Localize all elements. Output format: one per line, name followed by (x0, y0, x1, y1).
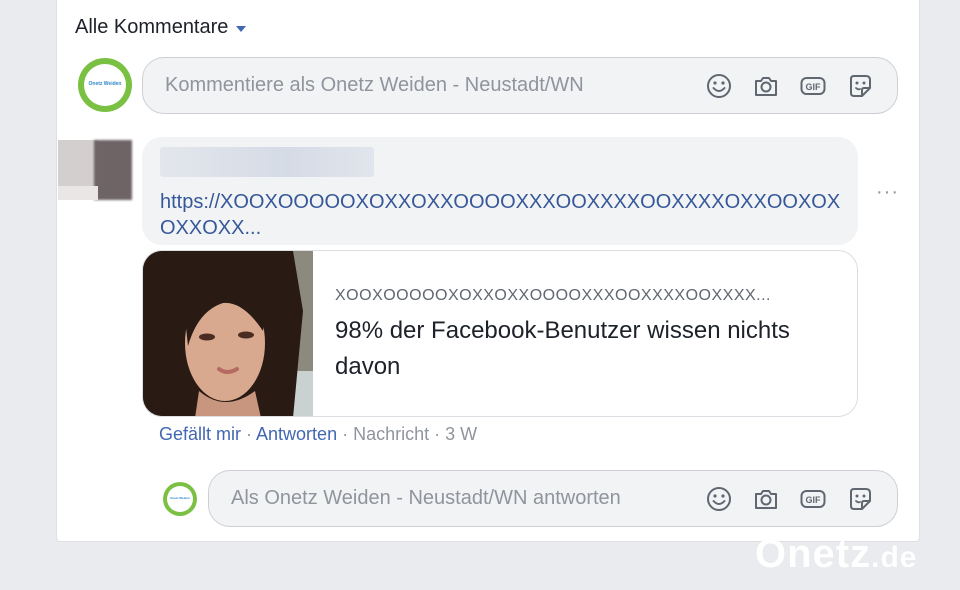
comment-input[interactable]: Kommentiere als Onetz Weiden - Neustadt/… (142, 57, 898, 114)
sticker-icon[interactable] (845, 484, 875, 514)
comment-input-placeholder: Kommentiere als Onetz Weiden - Neustadt/… (165, 74, 584, 96)
camera-icon[interactable] (751, 71, 781, 101)
link-preview-image (143, 251, 313, 416)
emoji-icon[interactable] (704, 484, 734, 514)
link-preview-card[interactable]: XOOXOOOOOXOXXOXXOOOOXXXOOXXXXOOXXXX... 9… (142, 250, 858, 417)
reply-input-placeholder: Als Onetz Weiden - Neustadt/WN antworten (231, 487, 621, 509)
page-avatar-logo: Onetz Weiden (84, 64, 126, 106)
sticker-icon[interactable] (845, 71, 875, 101)
gif-icon[interactable]: GIF (798, 71, 828, 101)
separator: · (337, 424, 354, 444)
page-avatar-small[interactable]: Onetz Weiden (163, 482, 197, 516)
separator: · (241, 424, 257, 444)
reply-link[interactable]: Antworten (256, 424, 337, 444)
svg-text:GIF: GIF (806, 495, 822, 505)
svg-text:GIF: GIF (806, 82, 822, 92)
camera-icon[interactable] (751, 484, 781, 514)
link-preview-title: 98% der Facebook-Benutzer wissen nichts … (335, 317, 790, 380)
comment-timestamp[interactable]: 3 W (445, 424, 477, 444)
comments-filter-dropdown[interactable]: Alle Kommentare (75, 16, 247, 39)
commenter-name-blurred[interactable] (160, 147, 374, 177)
message-link[interactable]: Nachricht (353, 424, 429, 444)
comment-actions: Gefällt mir · Antworten · Nachricht · 3 … (159, 424, 477, 445)
page-avatar[interactable]: Onetz Weiden (78, 58, 132, 112)
commenter-avatar[interactable] (58, 140, 132, 200)
onetz-watermark: Onetz.de (755, 532, 917, 577)
like-link[interactable]: Gefällt mir (159, 424, 241, 444)
chevron-down-icon (236, 25, 247, 32)
watermark-brand: Onetz (755, 532, 872, 576)
link-preview-domain: XOOXOOOOOXOXXOXXOOOOXXXOOXXXXOOXXXX... (335, 287, 771, 304)
comment-bubble: https://XOOXOOOOOXOXXOXXOOOOXXXOOXXXXOOX… (142, 137, 858, 245)
comment-link[interactable]: https://XOOXOOOOOXOXXOXXOOOOXXXOOXXXXOOX… (160, 189, 850, 241)
separator: · (429, 424, 446, 444)
emoji-icon[interactable] (704, 71, 734, 101)
watermark-suffix: .de (871, 541, 918, 574)
more-options-icon[interactable]: ··· (876, 181, 899, 204)
page-avatar-logo: Onetz Weiden (167, 486, 193, 512)
gif-icon[interactable]: GIF (798, 484, 828, 514)
comments-filter-label: Alle Kommentare (75, 16, 229, 38)
reply-input[interactable]: Als Onetz Weiden - Neustadt/WN antworten… (208, 470, 898, 527)
